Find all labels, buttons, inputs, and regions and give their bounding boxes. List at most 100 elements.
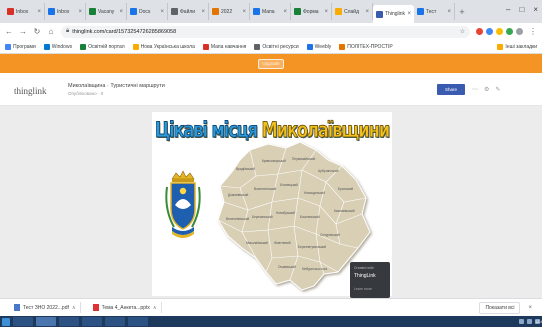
- tab-close-icon[interactable]: ×: [160, 9, 164, 15]
- bookmark-icon: [202, 43, 209, 50]
- tab-close-icon[interactable]: ×: [365, 9, 369, 15]
- system-tray: 12:40: [519, 319, 542, 324]
- download-item[interactable]: Тема 4_Анкета...pptx ∧: [89, 302, 162, 313]
- taskbar-app[interactable]: [13, 317, 33, 326]
- profile-avatar[interactable]: [516, 28, 523, 35]
- bookmark-item[interactable]: Нова Українська школа: [132, 43, 195, 50]
- upgrade-banner: Upgrade: [0, 54, 542, 73]
- download-filename: Тема 4_Анкета...pptx: [101, 304, 150, 311]
- browser-tab[interactable]: Vacany ×: [86, 3, 127, 20]
- tab-favicon-icon: [130, 8, 137, 15]
- browser-tab[interactable]: Тест ×: [414, 3, 455, 20]
- tab-close-icon[interactable]: ×: [447, 9, 451, 15]
- tab-favicon-icon: [7, 8, 14, 15]
- thinglink-badge[interactable]: Created with ThingLink Learn more: [350, 262, 390, 298]
- taskbar-clock[interactable]: 12:40: [535, 319, 542, 324]
- tab-label: Файли: [180, 8, 196, 15]
- extension-icon[interactable]: [506, 28, 513, 35]
- taskbar-app[interactable]: [59, 317, 79, 326]
- tab-favicon-icon: [253, 8, 260, 15]
- svg-text:Баштанський: Баштанський: [300, 215, 320, 219]
- taskbar-app[interactable]: [128, 317, 148, 326]
- taskbar-app-active[interactable]: [36, 317, 56, 326]
- browser-tab[interactable]: 2022 ×: [209, 3, 250, 20]
- lock-icon[interactable]: 🔒︎: [66, 28, 69, 35]
- minimize-icon[interactable]: –: [506, 5, 510, 14]
- edit-icon[interactable]: ✎: [495, 86, 500, 93]
- omnibox[interactable]: 🔒︎ thinglink.com/card/157325472628586905…: [61, 25, 470, 38]
- tab-label: 2022: [221, 8, 233, 15]
- browser-tab[interactable]: Inbox ×: [45, 3, 86, 20]
- badge-brand: ThingLink: [354, 273, 376, 279]
- close-download-bar-icon[interactable]: ×: [528, 305, 532, 311]
- browser-tab[interactable]: Слайд ×: [332, 3, 373, 20]
- new-tab-button[interactable]: +: [455, 5, 469, 19]
- network-icon[interactable]: [519, 319, 524, 324]
- bookmark-item[interactable]: Weebly: [306, 43, 331, 50]
- browser-tab[interactable]: Мапа ×: [250, 3, 291, 20]
- badge-link[interactable]: Learn more: [354, 287, 386, 291]
- workspace: Цікаві місця Миколаївщини Врадіївський К…: [0, 106, 542, 298]
- share-button[interactable]: Share: [437, 84, 465, 95]
- maximize-icon[interactable]: □: [519, 5, 524, 14]
- document-title[interactable]: Миколаївщина · Туристичні маршрути: [68, 83, 165, 89]
- thinglink-logo[interactable]: thinglink: [14, 86, 47, 96]
- download-bar: Тест ЗНО 2022...pdf ∧ Тема 4_Анкета...pp…: [0, 298, 542, 316]
- address-bar: ← → ↻ ⌂ 🔒︎ thinglink.com/card/1573254726…: [0, 23, 542, 40]
- bookmark-label: Нова Українська школа: [140, 43, 195, 50]
- browser-tab-active[interactable]: Thinglink ×: [373, 5, 414, 23]
- start-button[interactable]: [2, 317, 10, 326]
- tab-close-icon[interactable]: ×: [324, 9, 328, 15]
- app-header: thinglink Миколаївщина · Туристичні марш…: [0, 73, 542, 106]
- bookmarks-bar: Програми Windows Освітній портал Нова Ук…: [0, 40, 542, 54]
- bookmark-item[interactable]: ПОЛІТЕХ-ПРОСТІР: [339, 43, 393, 50]
- browser-tab[interactable]: Inbox ×: [4, 3, 45, 20]
- close-window-icon[interactable]: ×: [533, 5, 538, 14]
- browser-tab[interactable]: Файли ×: [168, 3, 209, 20]
- url-text[interactable]: thinglink.com/card/1573254726285869058: [72, 29, 456, 35]
- forward-icon[interactable]: →: [19, 27, 27, 36]
- tab-close-icon[interactable]: ×: [37, 9, 41, 15]
- extension-icon[interactable]: [496, 28, 503, 35]
- chevron-down-icon[interactable]: ∧: [153, 305, 157, 311]
- reload-icon[interactable]: ↻: [33, 27, 41, 36]
- browser-tab[interactable]: Docs ×: [127, 3, 168, 20]
- star-icon[interactable]: ☆: [460, 28, 465, 35]
- tab-close-icon[interactable]: ×: [78, 9, 82, 15]
- bookmark-item[interactable]: Програми: [5, 43, 36, 50]
- other-bookmarks[interactable]: Інші закладки: [497, 43, 537, 50]
- bookmark-item[interactable]: Windows: [43, 43, 72, 50]
- extension-icon[interactable]: [476, 28, 483, 35]
- tab-label: Inbox: [16, 8, 29, 15]
- bookmark-item[interactable]: Освітній портал: [80, 43, 125, 50]
- browser-tab[interactable]: Форма ×: [291, 3, 332, 20]
- extension-icon[interactable]: [486, 28, 493, 35]
- download-item[interactable]: Тест ЗНО 2022...pdf ∧: [10, 302, 81, 313]
- home-icon[interactable]: ⌂: [47, 27, 55, 36]
- more-icon[interactable]: ⋯: [472, 86, 478, 93]
- tab-favicon-icon: [417, 8, 424, 15]
- settings-icon[interactable]: ⚙: [484, 86, 489, 93]
- tab-close-icon[interactable]: ×: [242, 9, 246, 15]
- slide-canvas[interactable]: Цікаві місця Миколаївщини Врадіївський К…: [152, 112, 392, 298]
- tab-favicon-icon: [171, 8, 178, 15]
- back-icon[interactable]: ←: [5, 27, 13, 36]
- tab-close-icon[interactable]: ×: [407, 11, 411, 17]
- svg-text:Кінбурнська коса: Кінбурнська коса: [302, 267, 327, 271]
- upgrade-button[interactable]: Upgrade: [258, 58, 284, 69]
- bookmark-item[interactable]: Освітні ресурси: [254, 43, 299, 50]
- chevron-down-icon[interactable]: ∧: [72, 305, 76, 311]
- svg-text:Вознесенський: Вознесенський: [254, 187, 276, 191]
- pptx-file-icon: [92, 304, 99, 311]
- bookmark-item[interactable]: Мапа навчання: [202, 43, 246, 50]
- svg-text:Єланецький: Єланецький: [280, 183, 298, 187]
- taskbar-app[interactable]: [105, 317, 125, 326]
- tab-close-icon[interactable]: ×: [119, 9, 123, 15]
- show-all-downloads-button[interactable]: Показати всі: [479, 301, 521, 314]
- taskbar-app[interactable]: [82, 317, 102, 326]
- tab-close-icon[interactable]: ×: [201, 9, 205, 15]
- volume-icon[interactable]: [527, 319, 532, 324]
- bookmark-label: ПОЛІТЕХ-ПРОСТІР: [347, 43, 393, 50]
- tab-close-icon[interactable]: ×: [283, 9, 287, 15]
- menu-icon[interactable]: ⋮: [529, 27, 537, 36]
